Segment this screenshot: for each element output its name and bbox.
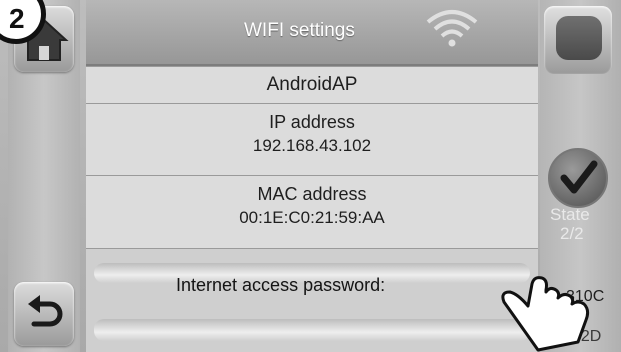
button-knob: [556, 16, 602, 60]
ip-address-row: IP address 192.168.43.102: [86, 103, 538, 175]
wifi-settings-panel: WIFI settings AndroidAP IP address 192.1…: [86, 0, 590, 352]
network-name-row[interactable]: AndroidAP: [86, 66, 538, 103]
mac-address-row: MAC address 00:1E:C0:21:59:AA: [86, 175, 538, 248]
ip-address-label: IP address: [269, 112, 355, 132]
back-button[interactable]: [14, 282, 74, 346]
back-arrow-icon: [28, 295, 63, 327]
password-label: Internet access password:: [176, 275, 386, 295]
password-area: Internet access password:: [86, 248, 538, 352]
pointing-hand-icon: [501, 276, 590, 352]
state-label: State: [550, 205, 590, 224]
state-check-button[interactable]: [548, 148, 608, 208]
touch-screen: WIFI settings AndroidAP IP address 192.1…: [0, 0, 621, 352]
password-field[interactable]: [94, 319, 530, 341]
state-value: 2/2: [560, 224, 584, 243]
wifi-signal-icon: [426, 10, 478, 47]
step-number: 2: [9, 3, 25, 34]
mac-address-value: 00:1E:C0:21:59:AA: [239, 208, 385, 227]
mac-address-label: MAC address: [257, 184, 367, 204]
ip-address-value: 192.168.43.102: [252, 136, 372, 155]
checkmark-icon: [560, 160, 598, 194]
page-title: WIFI settings: [244, 20, 355, 41]
header-bar: WIFI settings: [86, 0, 538, 66]
network-ssid: AndroidAP: [266, 74, 358, 95]
top-right-button[interactable]: [544, 6, 612, 74]
